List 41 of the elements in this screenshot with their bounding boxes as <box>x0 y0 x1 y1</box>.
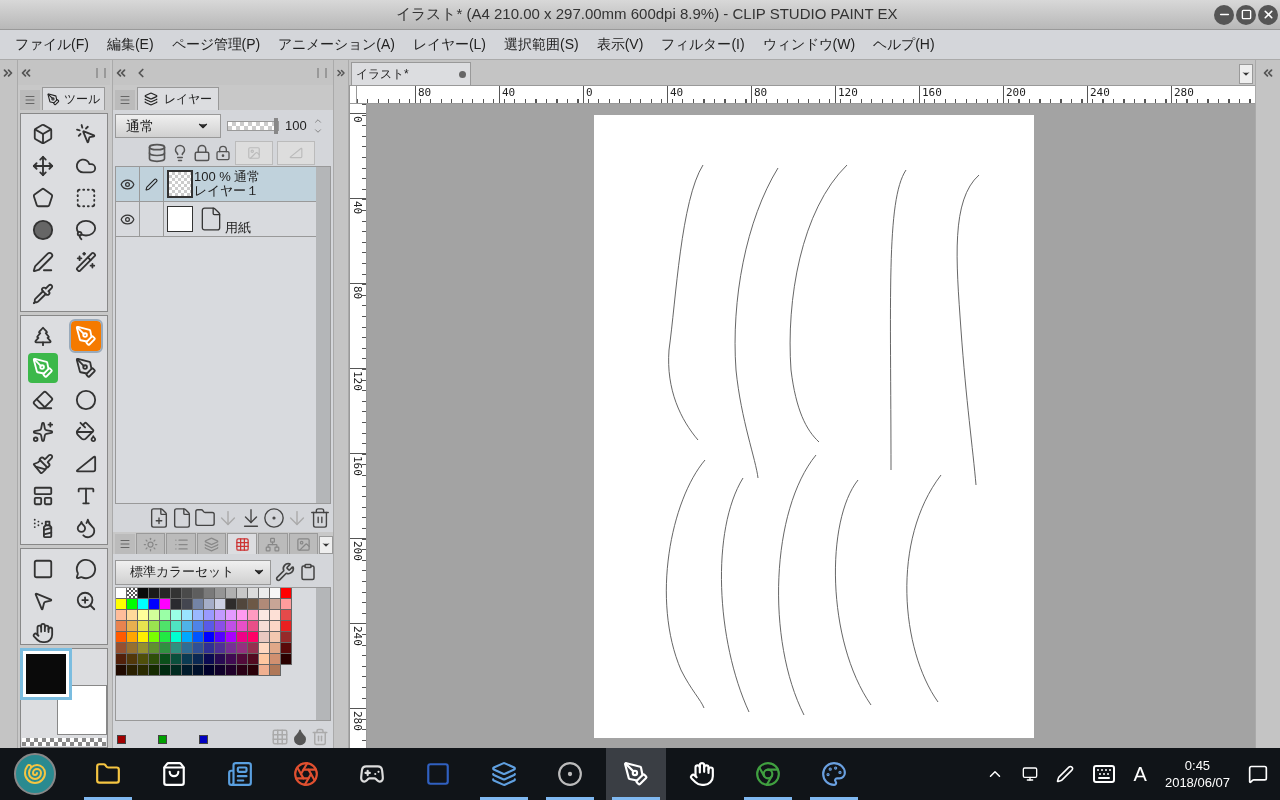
ime-indicator[interactable]: A <box>1133 759 1147 789</box>
panel-tab[interactable]: レイヤー <box>137 87 219 110</box>
ruler-label: 120 <box>350 368 366 453</box>
layer-name: 用紙 <box>225 221 251 235</box>
ruler-label: 120 <box>835 86 919 103</box>
menu-item[interactable]: 選択範囲(S) <box>495 34 588 55</box>
blend-mode-dropdown[interactable]: 通常 <box>115 114 221 138</box>
clock-date: 2018/06/07 <box>1164 774 1230 791</box>
layer-name: 100 % 通常 レイヤー１ <box>194 170 261 198</box>
document-tab[interactable]: イラスト* <box>351 62 471 85</box>
clock-time: 0:45 <box>1184 757 1211 774</box>
ruler-label: 80 <box>415 86 499 103</box>
ruler-label: 160 <box>919 86 1003 103</box>
ruler-label: 40 <box>499 86 583 103</box>
menu-item[interactable]: 表示(V) <box>587 34 653 55</box>
ruler-label: 0 <box>583 86 667 103</box>
ruler-label: 200 <box>350 538 366 623</box>
layer-row[interactable]: 100 % 通常 レイヤー１ <box>116 167 316 202</box>
panel-tab[interactable]: ツール <box>42 87 105 110</box>
opacity-value: 100 <box>285 117 307 136</box>
ruler-label: 80 <box>751 86 835 103</box>
menu-item[interactable]: ウィンドウ(W) <box>753 34 865 55</box>
ruler-label: 0 <box>350 113 366 198</box>
ruler-label: 200 <box>1003 86 1087 103</box>
ruler-label: 40 <box>667 86 751 103</box>
window-title: イラスト* (A4 210.00 x 297.00mm 600dpi 8.9%) - CLIP STUDIO PAINT EX <box>395 4 899 25</box>
clock[interactable]: 0:45 2018/06/07 <box>1164 757 1230 791</box>
ruler-label: 80 <box>350 283 366 368</box>
menu-item[interactable]: フィルター(I) <box>652 34 754 55</box>
menu-item[interactable]: ファイル(F) <box>6 34 98 55</box>
color-set-dropdown[interactable]: 標準カラーセット <box>115 559 271 585</box>
menu-item[interactable]: レイヤー(L) <box>403 34 496 55</box>
layer-row[interactable]: 用紙 <box>116 202 316 237</box>
menu-item[interactable]: ページ管理(P) <box>162 34 270 55</box>
menu-item[interactable]: ヘルプ(H) <box>864 34 944 55</box>
menu-item[interactable]: アニメーション(A) <box>269 34 404 55</box>
ruler-label: 240 <box>350 623 366 708</box>
menu-item[interactable]: 編集(E) <box>97 34 163 55</box>
ruler-label: 240 <box>1087 86 1171 103</box>
ruler-label: 40 <box>350 198 366 283</box>
ruler-label: 160 <box>350 453 366 538</box>
